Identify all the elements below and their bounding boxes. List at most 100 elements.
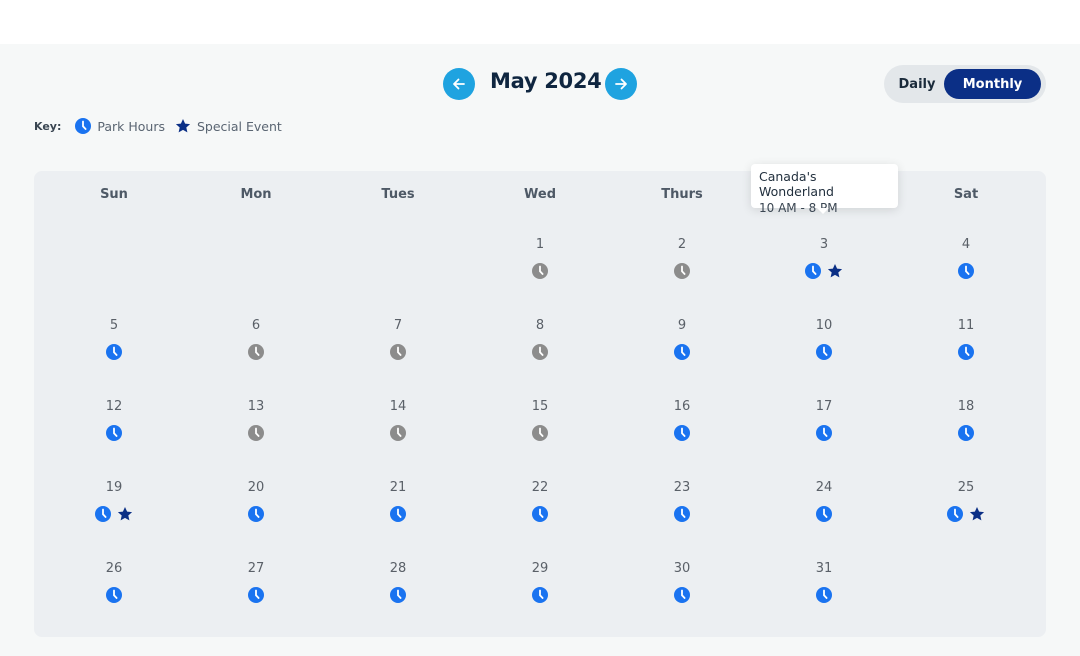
- day-icons: [43, 425, 185, 441]
- clock-icon[interactable]: [805, 263, 821, 279]
- day-number: 16: [673, 399, 691, 414]
- day-number: 19: [105, 480, 123, 495]
- day-cell[interactable]: 16: [611, 379, 753, 460]
- clock-closed-icon[interactable]: [674, 263, 690, 279]
- day-number: 31: [815, 561, 833, 576]
- star-icon[interactable]: [827, 263, 843, 279]
- day-icons: [43, 587, 185, 603]
- clock-icon[interactable]: [390, 587, 406, 603]
- star-icon[interactable]: [117, 506, 133, 522]
- clock-closed-icon[interactable]: [248, 344, 264, 360]
- day-cell[interactable]: 23: [611, 460, 753, 541]
- legend-special-event: Special Event: [196, 118, 282, 134]
- monthly-view-button[interactable]: Monthly: [944, 69, 1041, 99]
- clock-closed-icon[interactable]: [532, 263, 548, 279]
- day-cell[interactable]: 21: [327, 460, 469, 541]
- clock-icon[interactable]: [816, 344, 832, 360]
- tooltip-park-name: Canada's Wonderland: [759, 169, 834, 199]
- empty-cell: [43, 217, 185, 298]
- day-cell[interactable]: 4: [895, 217, 1037, 298]
- clock-icon[interactable]: [816, 587, 832, 603]
- clock-icon[interactable]: [106, 344, 122, 360]
- next-month-button[interactable]: [605, 68, 637, 100]
- day-cell[interactable]: 11: [895, 298, 1037, 379]
- clock-closed-icon[interactable]: [390, 425, 406, 441]
- day-cell[interactable]: 2: [611, 217, 753, 298]
- clock-closed-icon[interactable]: [532, 425, 548, 441]
- day-cell[interactable]: 31: [753, 541, 895, 622]
- day-number: 17: [815, 399, 833, 414]
- day-cell[interactable]: 25: [895, 460, 1037, 541]
- clock-icon[interactable]: [674, 344, 690, 360]
- day-cell[interactable]: 5: [43, 298, 185, 379]
- day-number: 8: [535, 318, 545, 333]
- clock-closed-icon[interactable]: [248, 425, 264, 441]
- day-number: 21: [389, 480, 407, 495]
- clock-icon[interactable]: [958, 425, 974, 441]
- day-cell[interactable]: 7: [327, 298, 469, 379]
- day-cell[interactable]: 29: [469, 541, 611, 622]
- day-number: 18: [957, 399, 975, 414]
- day-cell[interactable]: 18: [895, 379, 1037, 460]
- clock-closed-icon[interactable]: [390, 344, 406, 360]
- clock-icon[interactable]: [674, 506, 690, 522]
- clock-icon[interactable]: [958, 344, 974, 360]
- clock-icon[interactable]: [248, 506, 264, 522]
- clock-icon[interactable]: [106, 587, 122, 603]
- clock-icon[interactable]: [248, 587, 264, 603]
- day-icons: [43, 506, 185, 522]
- day-cell[interactable]: 27: [185, 541, 327, 622]
- day-number: 22: [531, 480, 549, 495]
- day-number: 24: [815, 480, 833, 495]
- day-cell[interactable]: 6: [185, 298, 327, 379]
- clock-closed-icon[interactable]: [532, 344, 548, 360]
- legend: Key: Park Hours Special Event: [34, 118, 292, 134]
- day-cell[interactable]: 8: [469, 298, 611, 379]
- day-number: 2: [677, 237, 687, 252]
- weekday-header: Wed: [524, 186, 556, 202]
- day-cell[interactable]: 28: [327, 541, 469, 622]
- day-cell[interactable]: 30: [611, 541, 753, 622]
- day-cell[interactable]: 1: [469, 217, 611, 298]
- day-cell[interactable]: 15: [469, 379, 611, 460]
- day-cell[interactable]: 10: [753, 298, 895, 379]
- clock-icon[interactable]: [674, 587, 690, 603]
- day-cell[interactable]: 13: [185, 379, 327, 460]
- day-icons: [611, 425, 753, 441]
- day-cell[interactable]: 22: [469, 460, 611, 541]
- day-cell[interactable]: 19: [43, 460, 185, 541]
- day-number: 26: [105, 561, 123, 576]
- day-icons: [611, 506, 753, 522]
- star-icon[interactable]: [969, 506, 985, 522]
- clock-icon[interactable]: [816, 506, 832, 522]
- day-cell[interactable]: 17: [753, 379, 895, 460]
- day-icons: [469, 506, 611, 522]
- day-cell[interactable]: 3: [753, 217, 895, 298]
- calendar-page: May 2024 Daily Monthly Key: Park Hours S…: [0, 44, 1080, 656]
- day-cell[interactable]: 24: [753, 460, 895, 541]
- day-icons: [611, 587, 753, 603]
- clock-icon[interactable]: [106, 425, 122, 441]
- clock-icon[interactable]: [532, 506, 548, 522]
- day-number: 20: [247, 480, 265, 495]
- clock-icon[interactable]: [947, 506, 963, 522]
- day-number: 3: [819, 237, 829, 252]
- day-number: 10: [815, 318, 833, 333]
- prev-month-button[interactable]: [443, 68, 475, 100]
- clock-icon[interactable]: [674, 425, 690, 441]
- clock-icon[interactable]: [816, 425, 832, 441]
- day-cell[interactable]: 9: [611, 298, 753, 379]
- weekday-header: Sun: [100, 186, 128, 202]
- day-number: 1: [535, 237, 545, 252]
- day-number: 5: [109, 318, 119, 333]
- clock-icon[interactable]: [390, 506, 406, 522]
- day-cell[interactable]: 12: [43, 379, 185, 460]
- clock-icon[interactable]: [95, 506, 111, 522]
- day-cell[interactable]: 14: [327, 379, 469, 460]
- day-icons: [327, 344, 469, 360]
- clock-icon[interactable]: [958, 263, 974, 279]
- clock-icon[interactable]: [532, 587, 548, 603]
- daily-view-button[interactable]: Daily: [890, 69, 944, 99]
- day-cell[interactable]: 26: [43, 541, 185, 622]
- day-cell[interactable]: 20: [185, 460, 327, 541]
